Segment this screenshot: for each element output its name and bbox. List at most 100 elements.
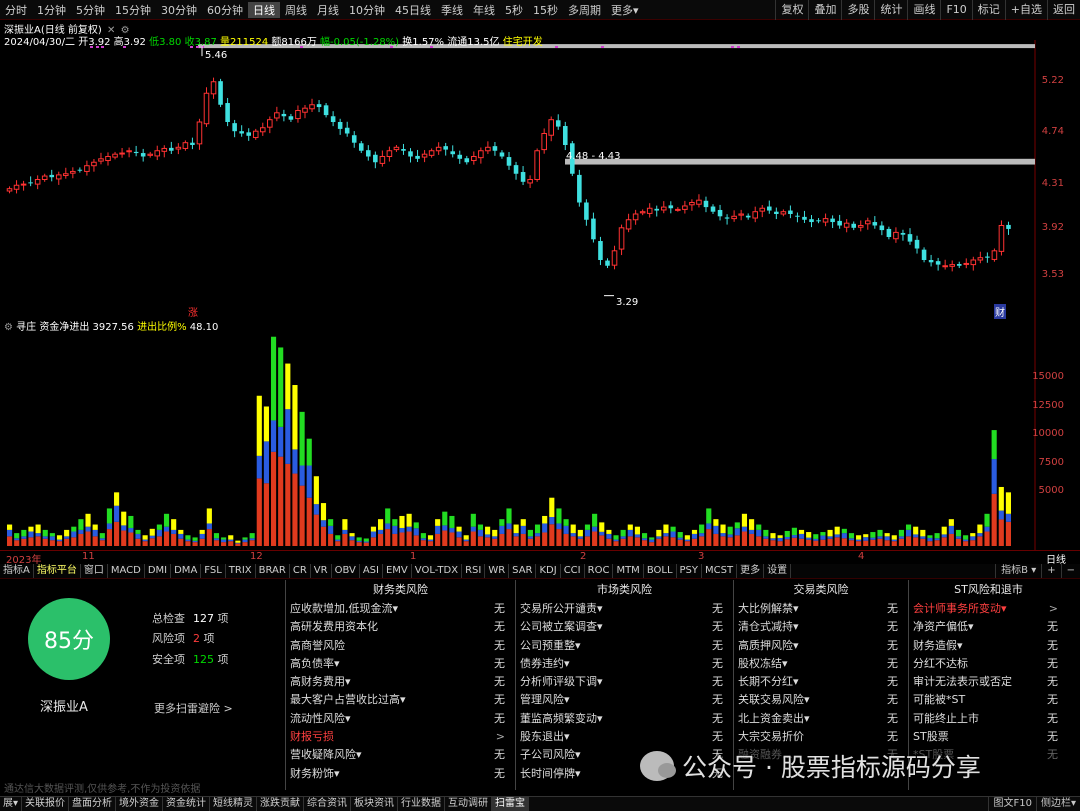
indicator-right-button[interactable]: 指标B ▾ [995,564,1041,578]
toolbar-button[interactable]: 叠加 [808,0,841,20]
period-tab[interactable]: 45日线 [390,2,436,18]
indicator-tab[interactable]: PSY [677,564,703,578]
risk-row[interactable]: 公司预重整▾ 无 [516,637,733,655]
bottom-right-button[interactable]: 侧边栏▾ [1035,797,1080,811]
indicator-tab[interactable]: EMV [383,564,412,578]
indicator-tab[interactable]: RSI [462,564,486,578]
risk-row[interactable]: 清仓式减持▾ 无 [734,618,908,636]
risk-row[interactable]: 流动性风险▾ 无 [286,710,515,728]
indicator-tab[interactable]: DMI [145,564,172,578]
indicator-tab[interactable]: CCI [561,564,585,578]
indicator-tab[interactable]: BRAR [256,564,290,578]
sector-link[interactable]: 住宅开发 [503,37,543,48]
period-tab[interactable]: 季线 [436,2,468,18]
indicator-tab[interactable]: MTM [613,564,644,578]
risk-row[interactable]: 债券违约▾ 无 [516,655,733,673]
risk-row[interactable]: 高质押风险▾ 无 [734,637,908,655]
bottom-tab[interactable]: 扫雷宝 [492,797,530,811]
risk-row[interactable]: 可能被*ST 无 [909,691,1068,709]
indicator-tab[interactable]: DMA [171,564,202,578]
risk-row[interactable]: 分析师评级下调▾ 无 [516,673,733,691]
risk-row[interactable]: 大比例解禁▾ 无 [734,600,908,618]
indicator-tab[interactable]: MACD [108,564,145,578]
indicator-tab[interactable]: SAR [509,564,537,578]
indicator-tab[interactable]: 窗口 [81,564,108,578]
risk-row[interactable]: 净资产偏低▾ 无 [909,618,1068,636]
risk-row[interactable]: 营收疑降风险▾ 无 [286,746,515,764]
period-tab[interactable]: 1分钟 [32,2,71,18]
indicator-tab[interactable]: 更多 [737,564,765,578]
toolbar-button[interactable]: 统计 [874,0,907,20]
bottom-tab[interactable]: 短线精灵 [210,797,258,811]
panel-gear-icon[interactable]: ⚙ [4,322,13,333]
period-tab[interactable]: 5分钟 [71,2,110,18]
bottom-tab[interactable]: 关联报价 [22,797,70,811]
bottom-tab[interactable]: 涨跌贡献 [257,797,305,811]
indicator-tab[interactable]: ASI [360,564,383,578]
risk-row[interactable]: 关联交易风险▾ 无 [734,691,908,709]
toolbar-button[interactable]: 返回 [1047,0,1080,20]
indicator-tab[interactable]: OBV [332,564,360,578]
indicator-tab[interactable]: 设置 [764,564,792,578]
price-chart[interactable]: 5.22 4.74 4.31 3.92 3.53 5.46 3.29 4.48 … [0,20,1080,319]
risk-row[interactable]: 管理风险▾ 无 [516,691,733,709]
period-tab[interactable]: 年线 [468,2,500,18]
indicator-tab[interactable]: ROC [585,564,614,578]
fund-flow-panel[interactable]: ⚙ 寻庄 资金净进出 3927.56 进出比例% 48.10 15000 125… [0,316,1080,550]
period-tab[interactable]: 15分钟 [110,2,156,18]
risk-row[interactable]: 公司被立案调查▾ 无 [516,618,733,636]
bottom-tab[interactable]: 板块资讯 [351,797,399,811]
bottom-tab[interactable]: 盘面分析 [69,797,117,811]
period-tab[interactable]: 10分钟 [344,2,390,18]
period-tab[interactable]: 30分钟 [156,2,202,18]
risk-row[interactable]: 北上资金卖出▾ 无 [734,710,908,728]
toolbar-button[interactable]: 标记 [971,0,1005,20]
risk-row[interactable]: 高财务费用▾ 无 [286,673,515,691]
toolbar-button[interactable]: F10 [940,0,971,20]
bottom-tab[interactable]: 互动调研 [445,797,493,811]
period-tab[interactable]: 多周期 [563,2,606,18]
indicator-tab[interactable]: VR [311,564,332,578]
period-tab[interactable]: 5秒 [500,2,528,18]
indicator-tab[interactable]: VOL-TDX [412,564,463,578]
risk-row[interactable]: 财务造假▾ 无 [909,637,1068,655]
period-tab[interactable]: 分时 [0,2,32,18]
risk-row[interactable]: 交易所公开谴责▾ 无 [516,600,733,618]
period-tab[interactable]: 月线 [312,2,344,18]
period-tab[interactable]: 日线 [248,1,280,18]
risk-row[interactable]: 高商誉风险 无 [286,637,515,655]
bottom-tab[interactable]: 综合资讯 [304,797,352,811]
risk-row[interactable]: 可能终止上市 无 [909,710,1068,728]
bottom-tab[interactable]: 展▾ [0,797,23,811]
period-tab[interactable]: 15秒 [528,2,563,18]
indicator-tab[interactable]: 指标A [0,564,34,578]
risk-row[interactable]: 大宗交易折价 无 [734,728,908,746]
risk-row[interactable]: 董监高频繁变动▾ 无 [516,710,733,728]
toolbar-button[interactable]: 复权 [775,0,808,20]
risk-row[interactable]: ST股票 无 [909,728,1068,746]
risk-row[interactable]: 审计无法表示或否定 无 [909,673,1068,691]
risk-row[interactable]: 财报亏损 > [286,728,515,746]
indicator-tab[interactable]: BOLL [644,564,677,578]
toolbar-button[interactable]: 多股 [841,0,874,20]
toolbar-button[interactable]: 画线 [907,0,940,20]
indicator-tab[interactable]: FSL [201,564,226,578]
risk-row[interactable]: 财务粉饰▾ 无 [286,765,515,783]
risk-row[interactable]: 会计师事务所变动▾ > [909,600,1068,618]
indicator-right-button[interactable]: + [1041,564,1060,578]
indicator-tab[interactable]: WR [485,564,510,578]
indicator-tab[interactable]: MCST [702,564,738,578]
risk-row[interactable]: 长期不分红▾ 无 [734,673,908,691]
indicator-tab[interactable]: CR [290,564,311,578]
risk-row[interactable]: 高研发费用资本化 无 [286,618,515,636]
period-tab[interactable]: 周线 [280,2,312,18]
risk-row[interactable]: 最大客户占营收比过高▾ 无 [286,691,515,709]
risk-row[interactable]: 分红不达标 无 [909,655,1068,673]
bottom-tab[interactable]: 资金统计 [163,797,211,811]
bottom-right-button[interactable]: 图文F10 [988,797,1035,811]
bottom-tab[interactable]: 行业数据 [398,797,446,811]
bottom-tab[interactable]: 境外资金 [116,797,164,811]
risk-row[interactable]: 股东退出▾ 无 [516,728,733,746]
indicator-tab[interactable]: 指标平台 [34,564,81,578]
period-tab[interactable]: 60分钟 [202,2,248,18]
